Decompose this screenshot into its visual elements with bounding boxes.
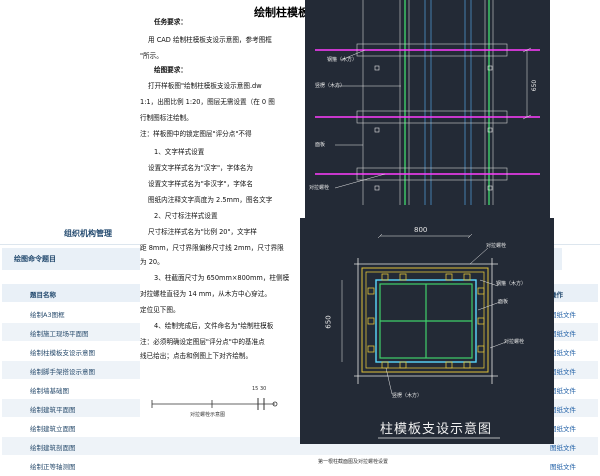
document-line: 打开样板图"绘制柱模板支设示意图.dw: [148, 82, 262, 90]
cad-top-drawing: [315, 0, 540, 205]
question-name: 绘制施工现场平面图: [30, 330, 89, 338]
cad-top-label-stud: 竖楞（木方）: [315, 83, 346, 89]
question-name: 绘制柱模板支设示意图: [30, 349, 95, 357]
question-name: 绘制墙基础图: [30, 387, 69, 395]
document-page: 任务要求： 用 CAD 绘制柱模板支设示意图，参考图框 "所示。绘图要求： 打开样板图…: [140, 0, 318, 418]
cad-label-wale: 钢箍（木方）: [496, 281, 527, 287]
document-line: 设置文字样式名为"汉字"，字体名为: [148, 164, 253, 172]
cad-dim-height: 650: [324, 315, 333, 329]
document-line: 注：必须明确设定图层"评分点"中的基准点: [140, 338, 265, 346]
question-name: 绘制脚手架搭设示意图: [30, 368, 95, 376]
document-line: 1、文字样式设置: [154, 148, 205, 156]
cad-label-stud: 竖楞（木方）: [392, 393, 423, 399]
table-row[interactable]: 绘制正等轴测图 图纸文件: [2, 456, 598, 474]
document-line: 设置文字样式名为"非汉字"，字体名: [148, 180, 253, 188]
drawing-file-link[interactable]: 图纸文件: [550, 461, 576, 471]
cad-section-drawing: [341, 233, 507, 439]
document-line: 1:1，出图比例 1:20，图层无需设置（在 0 图: [140, 98, 275, 106]
cad-top-view: 钢箍（木方） 竖楞（木方） 面板 对拉螺栓 650: [305, 0, 550, 218]
cad-top-label-bolt: 对拉螺栓: [309, 185, 330, 191]
cad-top-dim: 650: [531, 79, 539, 92]
cad-label-panel: 面板: [498, 299, 509, 305]
cad-caption: 第一根柱截面图及对拉螺栓设置: [318, 459, 389, 465]
question-name: 绘制建筑平面图: [30, 406, 76, 414]
section-label: 绘图命令题目: [14, 255, 56, 263]
cad-section-view: 800 650 对拉螺栓 钢箍（木方） 面板 对拉螺栓 竖楞（木方） 柱模板支设…: [300, 218, 554, 444]
cad-label-bolt-2: 对拉螺栓: [504, 339, 525, 345]
document-line: 任务要求：: [154, 18, 187, 26]
question-name: 绘制建筑立面图: [30, 425, 76, 433]
cad-top-label-panel: 面板: [315, 142, 326, 148]
document-line: 对拉螺栓直径为 14 mm，从木方中心穿过。: [140, 290, 271, 298]
document-line: 距 8mm，尺寸界限偏移尺寸线 2mm，尺寸界限: [140, 244, 284, 252]
document-line: 4、绘制完成后，文件命名为"绘制柱模板: [154, 322, 274, 330]
document-line: 为 20。: [140, 258, 164, 266]
document-line: 用 CAD 绘制柱模板支设示意图，参考图框: [148, 36, 272, 44]
document-line: 线已给出；点击和例图上下对齐绘制。: [140, 352, 253, 360]
column-header-name: 题目名称: [30, 291, 56, 299]
document-line: "所示。: [140, 52, 163, 60]
document-line: 尺寸标注样式名为"比例 20"，文字样: [148, 228, 257, 236]
document-line: 注：样板图中的锁定图层"评分点"不得: [140, 130, 252, 138]
cad-label-bolt-1: 对拉螺栓: [486, 243, 507, 249]
document-line: 行制图标注绘制。: [140, 114, 193, 122]
document-line: 图纸内注释文字高度为 2.5mm，图名文字: [148, 196, 273, 204]
document-line: 3、柱截面尺寸为 650mm×800mm，柱侧模: [154, 274, 290, 282]
document-line: 定位见下图。: [140, 306, 180, 314]
bolt-detail-figure: [151, 398, 278, 410]
cad-drawing-title: 柱模板支设示意图: [380, 422, 493, 437]
document-line: 绘图要求：: [154, 66, 187, 74]
detail-dim: 15 30: [252, 386, 267, 392]
cad-top-label-wale: 钢箍（木方）: [327, 57, 358, 63]
question-name: 绘制正等轴测图: [30, 463, 76, 471]
question-name: 绘制A3图框: [30, 311, 65, 319]
cad-dim-width: 800: [414, 226, 428, 234]
document-line: 2、尺寸标注样式设置: [154, 212, 218, 220]
detail-caption: 对拉螺栓示意图: [190, 412, 226, 418]
question-name: 绘制建筑剖面图: [30, 444, 76, 452]
